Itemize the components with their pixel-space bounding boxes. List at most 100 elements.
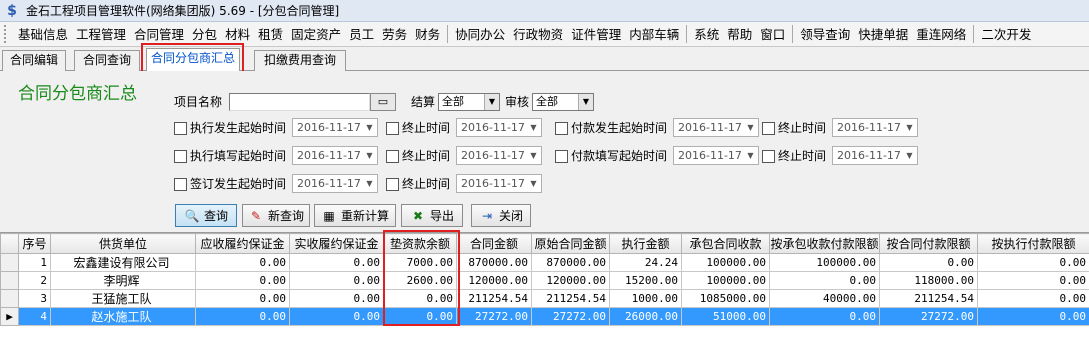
table-cell[interactable]: 王猛施工队 — [50, 289, 196, 308]
row-indicator[interactable] — [0, 271, 19, 290]
table-cell[interactable]: 100000.00 — [681, 253, 770, 272]
exec-occur-end-date[interactable]: 2016-11-17 ▼ — [456, 118, 542, 137]
sign-occur-checkbox[interactable] — [174, 178, 187, 191]
column-header[interactable]: 原始合同金额 — [531, 233, 610, 254]
table-cell[interactable]: 赵水施工队 — [50, 307, 196, 326]
sign-occur-start-date[interactable]: 2016-11-17 ▼ — [292, 174, 378, 193]
column-header[interactable]: 承包合同收款 — [681, 233, 770, 254]
table-cell[interactable]: 0.00 — [977, 289, 1089, 308]
table-cell[interactable]: 0.00 — [289, 289, 384, 308]
table-cell[interactable]: 15200.00 — [609, 271, 682, 290]
column-header[interactable]: 按执行付款限额 — [977, 233, 1089, 254]
table-cell[interactable]: 0.00 — [769, 271, 880, 290]
table-cell[interactable]: 27272.00 — [879, 307, 978, 326]
exec-fill-checkbox[interactable] — [174, 150, 187, 163]
menu-certificates[interactable]: 证件管理 — [567, 22, 625, 46]
table-cell[interactable]: 1000.00 — [609, 289, 682, 308]
menu-window[interactable]: 窗口 — [756, 22, 789, 46]
table-cell[interactable]: 120000.00 — [531, 271, 610, 290]
close-button[interactable]: ⇥ 关闭 — [471, 204, 531, 227]
menu-vehicles[interactable]: 内部车辆 — [625, 22, 683, 46]
table-cell[interactable]: 0.00 — [195, 307, 290, 326]
menu-help[interactable]: 帮助 — [723, 22, 756, 46]
settle-select[interactable]: 全部 ▼ — [438, 93, 500, 111]
menu-staff[interactable]: 员工 — [345, 22, 378, 46]
table-cell[interactable]: 0.00 — [879, 253, 978, 272]
column-header[interactable]: 执行金额 — [609, 233, 682, 254]
pay-occur-end-date[interactable]: 2016-11-17 ▼ — [832, 118, 918, 137]
audit-select[interactable]: 全部 ▼ — [532, 93, 594, 111]
menu-finance[interactable]: 财务 — [411, 22, 444, 46]
table-cell[interactable]: 120000.00 — [456, 271, 532, 290]
column-header[interactable]: 序号 — [18, 233, 51, 254]
row-indicator[interactable] — [0, 253, 19, 272]
column-header[interactable]: 应收履约保证金 — [195, 233, 290, 254]
pay-fill-start-date[interactable]: 2016-11-17 ▼ — [673, 146, 759, 165]
pay-occur-end-checkbox[interactable] — [762, 122, 775, 135]
exec-occur-end-checkbox[interactable] — [386, 122, 399, 135]
column-header[interactable]: 供货单位 — [50, 233, 196, 254]
table-row[interactable]: 3 王猛施工队 0.00 0.00 0.00 211254.54 211254.… — [0, 289, 1089, 308]
table-cell[interactable]: 3 — [18, 289, 51, 308]
table-row-selected[interactable]: ▶ 4 赵水施工队 0.00 0.00 0.00 27272.00 27272.… — [0, 307, 1089, 326]
exec-fill-end-checkbox[interactable] — [386, 150, 399, 163]
column-header[interactable]: 实收履约保证金 — [289, 233, 384, 254]
menu-office[interactable]: 协同办公 — [451, 22, 509, 46]
tab-contract-edit[interactable]: 合同编辑 — [2, 50, 66, 71]
table-cell[interactable]: 118000.00 — [879, 271, 978, 290]
table-cell[interactable]: 870000.00 — [456, 253, 532, 272]
sign-occur-end-date[interactable]: 2016-11-17 ▼ — [456, 174, 542, 193]
pay-fill-checkbox[interactable] — [555, 150, 568, 163]
table-cell[interactable]: 0.00 — [195, 289, 290, 308]
exec-fill-end-date[interactable]: 2016-11-17 ▼ — [456, 146, 542, 165]
table-cell[interactable]: 40000.00 — [769, 289, 880, 308]
table-row[interactable]: 2 李明辉 0.00 0.00 2600.00 120000.00 120000… — [0, 271, 1089, 290]
table-cell[interactable]: 0.00 — [977, 271, 1089, 290]
menu-system[interactable]: 系统 — [690, 22, 723, 46]
export-button[interactable]: ✖ 导出 — [401, 204, 463, 227]
pay-fill-end-date[interactable]: 2016-11-17 ▼ — [832, 146, 918, 165]
project-name-input[interactable] — [229, 93, 370, 111]
table-cell[interactable]: 0.00 — [289, 307, 384, 326]
tab-deduction-query[interactable]: 扣缴费用查询 — [254, 50, 346, 71]
table-cell[interactable]: 1 — [18, 253, 51, 272]
table-cell[interactable]: 211254.54 — [879, 289, 978, 308]
table-cell[interactable]: 宏鑫建设有限公司 — [50, 253, 196, 272]
exec-occur-start-date[interactable]: 2016-11-17 ▼ — [292, 118, 378, 137]
table-cell[interactable]: 211254.54 — [531, 289, 610, 308]
table-cell[interactable]: 0.00 — [195, 271, 290, 290]
query-button[interactable]: 🔍 查询 — [175, 204, 237, 227]
table-cell[interactable]: 1085000.00 — [681, 289, 770, 308]
row-indicator[interactable] — [0, 289, 19, 308]
table-cell[interactable]: 4 — [18, 307, 51, 326]
pay-occur-checkbox[interactable] — [555, 122, 568, 135]
table-cell[interactable]: 26000.00 — [609, 307, 682, 326]
summary-grid[interactable]: 序号 供货单位 应收履约保证金 实收履约保证金 垫资款余额 合同金额 原始合同金… — [0, 232, 1089, 337]
table-cell[interactable]: 870000.00 — [531, 253, 610, 272]
table-cell[interactable]: 2 — [18, 271, 51, 290]
column-header[interactable]: 按合同付款限额 — [879, 233, 978, 254]
table-cell[interactable]: 51000.00 — [681, 307, 770, 326]
exec-fill-start-date[interactable]: 2016-11-17 ▼ — [292, 146, 378, 165]
table-cell[interactable]: 0.00 — [289, 253, 384, 272]
pay-fill-end-checkbox[interactable] — [762, 150, 775, 163]
project-picker-icon[interactable]: ▭ — [370, 93, 396, 111]
table-cell[interactable]: 李明辉 — [50, 271, 196, 290]
menu-reconnect[interactable]: 重连网络 — [912, 22, 970, 46]
current-row-indicator[interactable]: ▶ — [0, 307, 19, 326]
table-cell[interactable]: 24.24 — [609, 253, 682, 272]
table-cell[interactable]: 0.00 — [195, 253, 290, 272]
menu-admin-supplies[interactable]: 行政物资 — [509, 22, 567, 46]
recalculate-button[interactable]: ▦ 重新计算 — [314, 204, 396, 227]
new-query-button[interactable]: ✎ 新查询 — [242, 204, 310, 227]
menu-lease[interactable]: 租赁 — [254, 22, 287, 46]
sign-occur-end-checkbox[interactable] — [386, 178, 399, 191]
table-cell[interactable]: 0.00 — [769, 307, 880, 326]
toolbar-grip[interactable] — [4, 25, 10, 43]
table-cell[interactable]: 100000.00 — [769, 253, 880, 272]
tab-contract-query[interactable]: 合同查询 — [74, 50, 140, 71]
menu-leader-query[interactable]: 领导查询 — [796, 22, 854, 46]
pay-occur-start-date[interactable]: 2016-11-17 ▼ — [673, 118, 759, 137]
column-header[interactable]: 合同金额 — [456, 233, 532, 254]
table-cell[interactable]: 0.00 — [977, 307, 1089, 326]
